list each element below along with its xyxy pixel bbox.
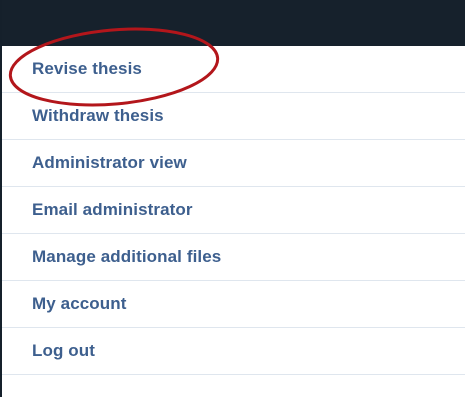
menu-item-label[interactable]: Email administrator	[32, 200, 193, 220]
menu-item-label[interactable]: Revise thesis	[32, 59, 142, 79]
menu-item-administrator-view[interactable]: Administrator view	[2, 140, 465, 187]
menu-item-revise-thesis[interactable]: Revise thesis	[2, 46, 465, 93]
menu-item-label[interactable]: Withdraw thesis	[32, 106, 164, 126]
menu-item-label[interactable]: Manage additional files	[32, 247, 221, 267]
menu-item-email-administrator[interactable]: Email administrator	[2, 187, 465, 234]
account-menu-panel: Revise thesis Withdraw thesis Administra…	[0, 0, 465, 397]
menu-item-label[interactable]: My account	[32, 294, 127, 314]
menu-item-my-account[interactable]: My account	[2, 281, 465, 328]
menu-item-withdraw-thesis[interactable]: Withdraw thesis	[2, 93, 465, 140]
header-bar	[2, 0, 465, 46]
menu-item-manage-additional-files[interactable]: Manage additional files	[2, 234, 465, 281]
account-menu: Revise thesis Withdraw thesis Administra…	[2, 46, 465, 375]
menu-item-label[interactable]: Administrator view	[32, 153, 187, 173]
menu-item-label[interactable]: Log out	[32, 341, 95, 361]
menu-item-log-out[interactable]: Log out	[2, 328, 465, 375]
